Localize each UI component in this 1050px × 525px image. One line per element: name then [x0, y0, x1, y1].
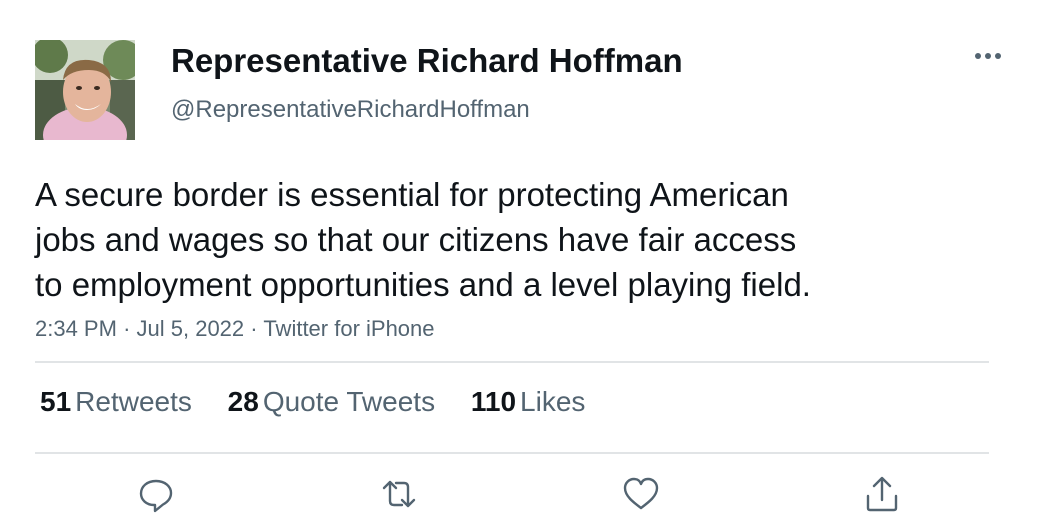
author-name[interactable]: Representative Richard Hoffman	[171, 42, 683, 80]
tweet-text-line: A secure border is essential for protect…	[35, 176, 789, 213]
author-handle[interactable]: @RepresentativeRichardHoffman	[171, 96, 530, 124]
divider-bottom	[35, 452, 989, 454]
more-dots-icon	[975, 53, 1001, 59]
retweet-icon	[382, 480, 416, 508]
likes-stat[interactable]: 110 Likes	[471, 386, 586, 418]
like-button[interactable]	[621, 474, 661, 514]
retweets-label: Retweets	[75, 386, 192, 417]
tweet-time[interactable]: 2:34 PM	[35, 316, 117, 341]
likes-count: 110	[470, 386, 517, 417]
likes-label: Likes	[520, 386, 586, 417]
avatar-photo	[35, 40, 135, 140]
tweet-date[interactable]: Jul 5, 2022	[137, 316, 245, 341]
heart-icon	[623, 477, 659, 510]
divider-top	[35, 361, 989, 363]
share-icon	[866, 476, 898, 512]
retweets-count: 51	[40, 386, 72, 417]
share-button[interactable]	[862, 474, 902, 514]
tweet-text: A secure border is essential for protect…	[35, 172, 935, 307]
quote-tweets-label: Quote Tweets	[262, 386, 436, 417]
quote-tweets-stat[interactable]: 28 Quote Tweets	[228, 386, 435, 418]
retweets-stat[interactable]: 51 Retweets	[40, 386, 192, 418]
engagement-stats: 51 Retweets 28 Quote Tweets 110 Likes	[40, 386, 613, 418]
tweet-source[interactable]: Twitter for iPhone	[263, 316, 434, 341]
separator: ·	[250, 316, 258, 341]
tweet-metadata: 2:34 PM · Jul 5, 2022 · Twitter for iPho…	[35, 316, 435, 342]
separator: ·	[123, 316, 131, 341]
quote-tweets-count: 28	[227, 386, 259, 417]
tweet-text-line: jobs and wages so that our citizens have…	[35, 221, 797, 258]
reply-button[interactable]	[136, 474, 176, 514]
more-options-button[interactable]	[970, 42, 1006, 70]
avatar[interactable]	[35, 40, 135, 140]
tweet-text-line: to employment opportunities and a level …	[35, 266, 811, 303]
reply-icon	[139, 479, 173, 513]
retweet-button[interactable]	[379, 474, 419, 514]
tweet-card: Representative Richard Hoffman @Represen…	[0, 0, 1050, 525]
